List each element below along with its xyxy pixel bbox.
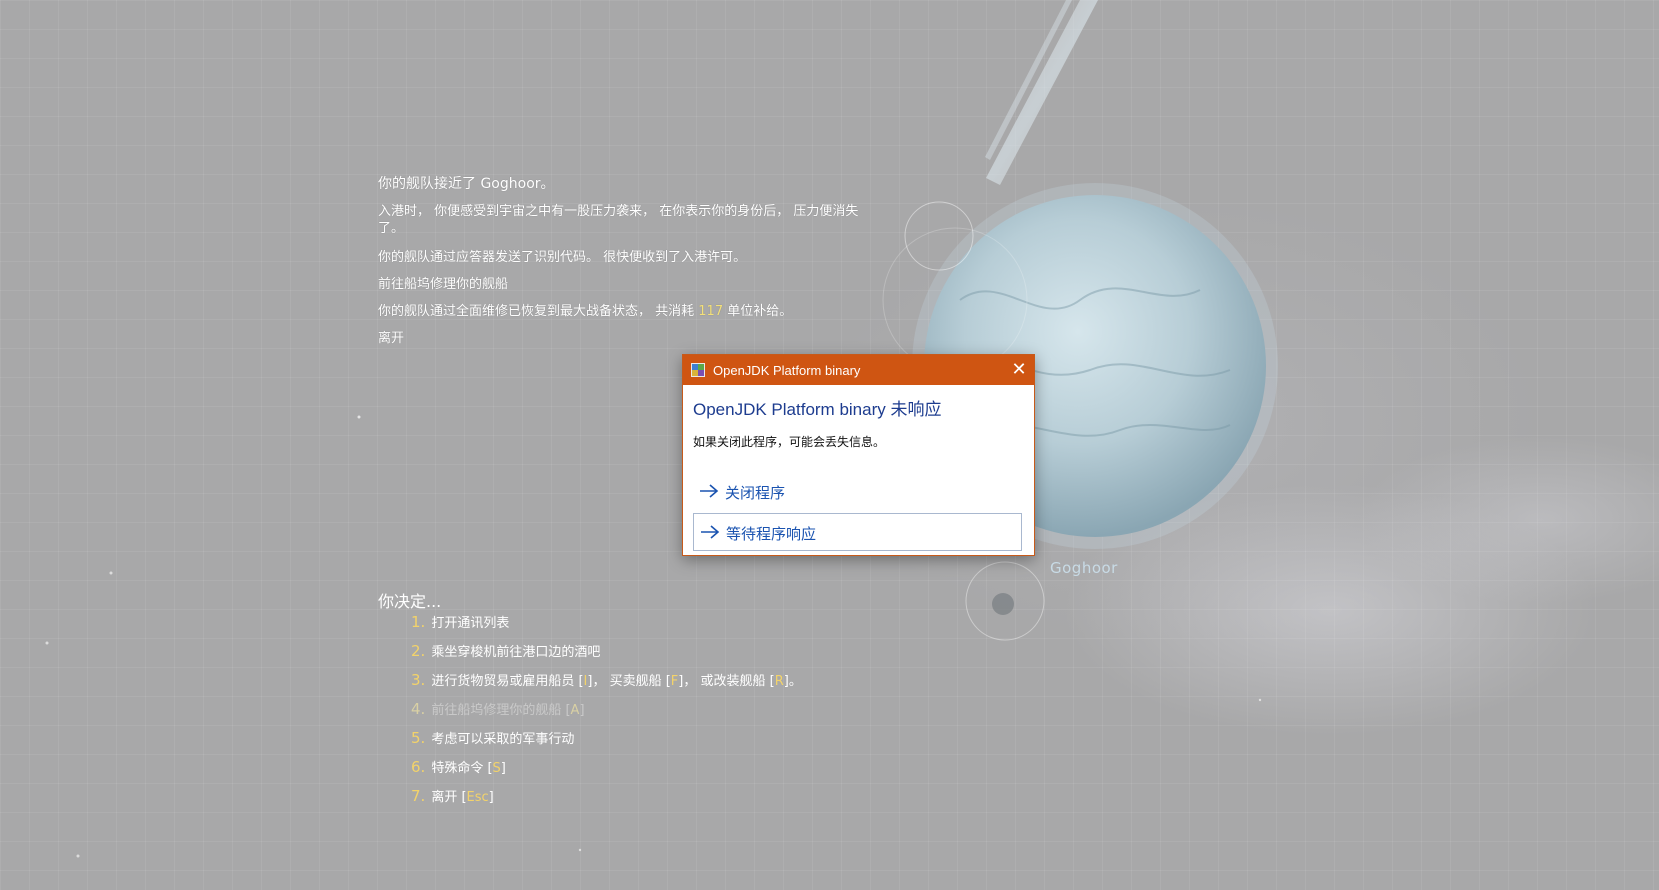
light-beam-thin (985, 0, 1072, 160)
narrative-action-leave: 离开 (378, 331, 405, 346)
not-responding-dialog: OpenJDK Platform binary ✕ OpenJDK Platfo… (682, 354, 1035, 556)
supply-cost: 117 (698, 304, 724, 319)
hotkey-esc: Esc (466, 790, 489, 805)
dialog-title: OpenJDK Platform binary (713, 363, 861, 378)
option-label-2: ]， 买卖舰船 [ (587, 674, 671, 689)
option-bar[interactable]: 2. 乘坐穿梭机前往港口边的酒吧 (411, 641, 600, 660)
option-label: 特殊命令 [ (431, 761, 493, 776)
narrative-action-repair: 前往船坞修理你的舰船 (378, 277, 509, 292)
option-number: 1. (411, 613, 426, 631)
dialog-heading: OpenJDK Platform binary 未响应 (693, 400, 942, 419)
option-trade[interactable]: 3. 进行货物贸易或雇用船员 [I]， 买卖舰船 [F]， 或改装舰船 [R]。 (411, 670, 802, 689)
option-military[interactable]: 5. 考虑可以采取的军事行动 (411, 728, 574, 747)
option-number: 4. (411, 700, 426, 718)
wait-for-program-label: 等待程序响应 (726, 525, 817, 543)
dialog-titlebar[interactable]: OpenJDK Platform binary ✕ (683, 355, 1034, 385)
narrative-clearance: 你的舰队通过应答器发送了识别代码。 很快便收到了入港许可。 (378, 250, 747, 265)
star (578, 848, 582, 852)
star (357, 415, 361, 419)
star (76, 854, 80, 858)
hotkey-s: S (492, 761, 501, 776)
option-label-4: ]。 (783, 674, 802, 689)
narrative-repair-result: 你的舰队通过全面维修已恢复到最大战备状态， 共消耗 117 单位补给。 (378, 303, 863, 320)
option-suffix: ] (579, 703, 585, 718)
close-button[interactable]: ✕ (1004, 355, 1034, 385)
star (45, 641, 49, 645)
option-number: 6. (411, 758, 426, 776)
option-repair-disabled: 4. 前往船坞修理你的舰船 [A] (411, 699, 585, 718)
light-beam (986, 0, 1098, 185)
option-number: 2. (411, 642, 426, 660)
java-app-icon (691, 363, 705, 377)
option-label: 进行货物贸易或雇用船员 [ (431, 674, 584, 689)
narrative-arrival: 入港时， 你便感受到宇宙之中有一股压力袭来， 在你表示你的身份后， 压力便消失了… (378, 204, 859, 236)
option-number: 5. (411, 729, 426, 747)
arrow-right-icon (701, 525, 720, 539)
option-label: 离开 [ (431, 790, 467, 805)
repair-result-text: 你的舰队通过全面维修已恢复到最大战备状态， 共消耗 (378, 304, 695, 319)
option-label: 打开通讯列表 (431, 616, 510, 631)
option-leave[interactable]: 7. 离开 [Esc] (411, 786, 494, 805)
decision-heading: 你决定... (378, 592, 442, 611)
close-program-label: 关闭程序 (725, 484, 786, 502)
option-label-3: ]， 或改装舰船 [ (678, 674, 775, 689)
close-icon: ✕ (1011, 359, 1027, 379)
option-comm-list[interactable]: 1. 打开通讯列表 (411, 612, 509, 631)
narrative-approach: 你的舰队接近了 Goghoor。 (378, 176, 555, 192)
orbit-ring (904, 201, 974, 271)
option-suffix: ] (488, 790, 494, 805)
option-label: 乘坐穿梭机前往港口边的酒吧 (431, 645, 601, 660)
wait-for-program-button[interactable]: 等待程序响应 (693, 513, 1022, 551)
option-suffix: ] (500, 761, 506, 776)
hotkey-r: R (774, 674, 784, 689)
option-label: 考虑可以采取的军事行动 (431, 732, 575, 747)
repair-result-suffix: 单位补给。 (727, 304, 793, 319)
option-label: 前往船坞修理你的舰船 [ (431, 703, 571, 718)
option-special-orders[interactable]: 6. 特殊命令 [S] (411, 757, 506, 776)
arrow-right-icon (700, 484, 719, 498)
dialog-message: 如果关闭此程序，可能会丢失信息。 (693, 435, 886, 449)
station-icon (992, 593, 1014, 615)
star (1258, 698, 1262, 702)
planet-label: Goghoor (1050, 559, 1118, 577)
option-number: 3. (411, 671, 426, 689)
close-program-button[interactable]: 关闭程序 (693, 473, 1022, 511)
star (109, 571, 113, 575)
option-number: 7. (411, 787, 426, 805)
